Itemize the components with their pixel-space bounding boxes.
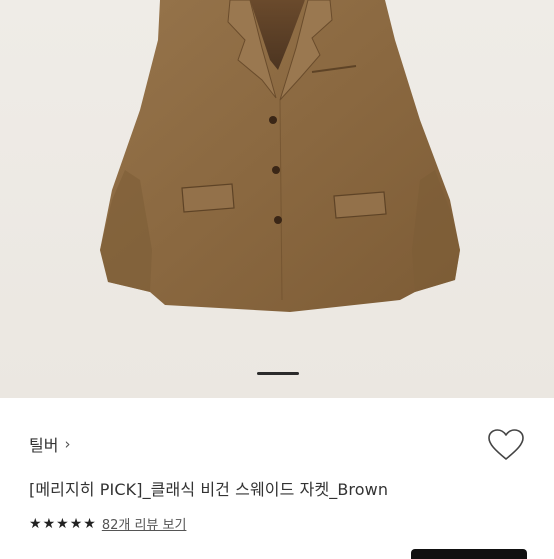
star-icon: ★ <box>56 515 69 532</box>
star-icon: ★ <box>69 515 83 532</box>
product-photo <box>100 0 460 312</box>
star-icon: ★ <box>83 515 96 532</box>
rating-row: ★ ★ ★ ★ ★ 82개 리뷰 보기 <box>29 514 187 534</box>
gallery-page-indicator <box>257 372 299 375</box>
brand-link[interactable]: 틸버 › <box>29 432 70 456</box>
chevron-right-icon: › <box>64 435 71 453</box>
wishlist-heart-icon[interactable] <box>487 428 525 462</box>
product-title: [메리지히 PICK]_클래식 비건 스웨이드 자켓_Brown <box>29 480 389 499</box>
brand-name: 틸버 <box>29 436 59 455</box>
bottom-action-button[interactable] <box>411 549 527 559</box>
star-icon: ★ <box>42 515 56 532</box>
rating-stars: ★ ★ ★ ★ ★ <box>29 517 96 531</box>
review-count-link[interactable]: 82개 리뷰 보기 <box>102 514 187 533</box>
product-image-gallery[interactable] <box>0 0 554 398</box>
star-icon: ★ <box>29 515 42 532</box>
